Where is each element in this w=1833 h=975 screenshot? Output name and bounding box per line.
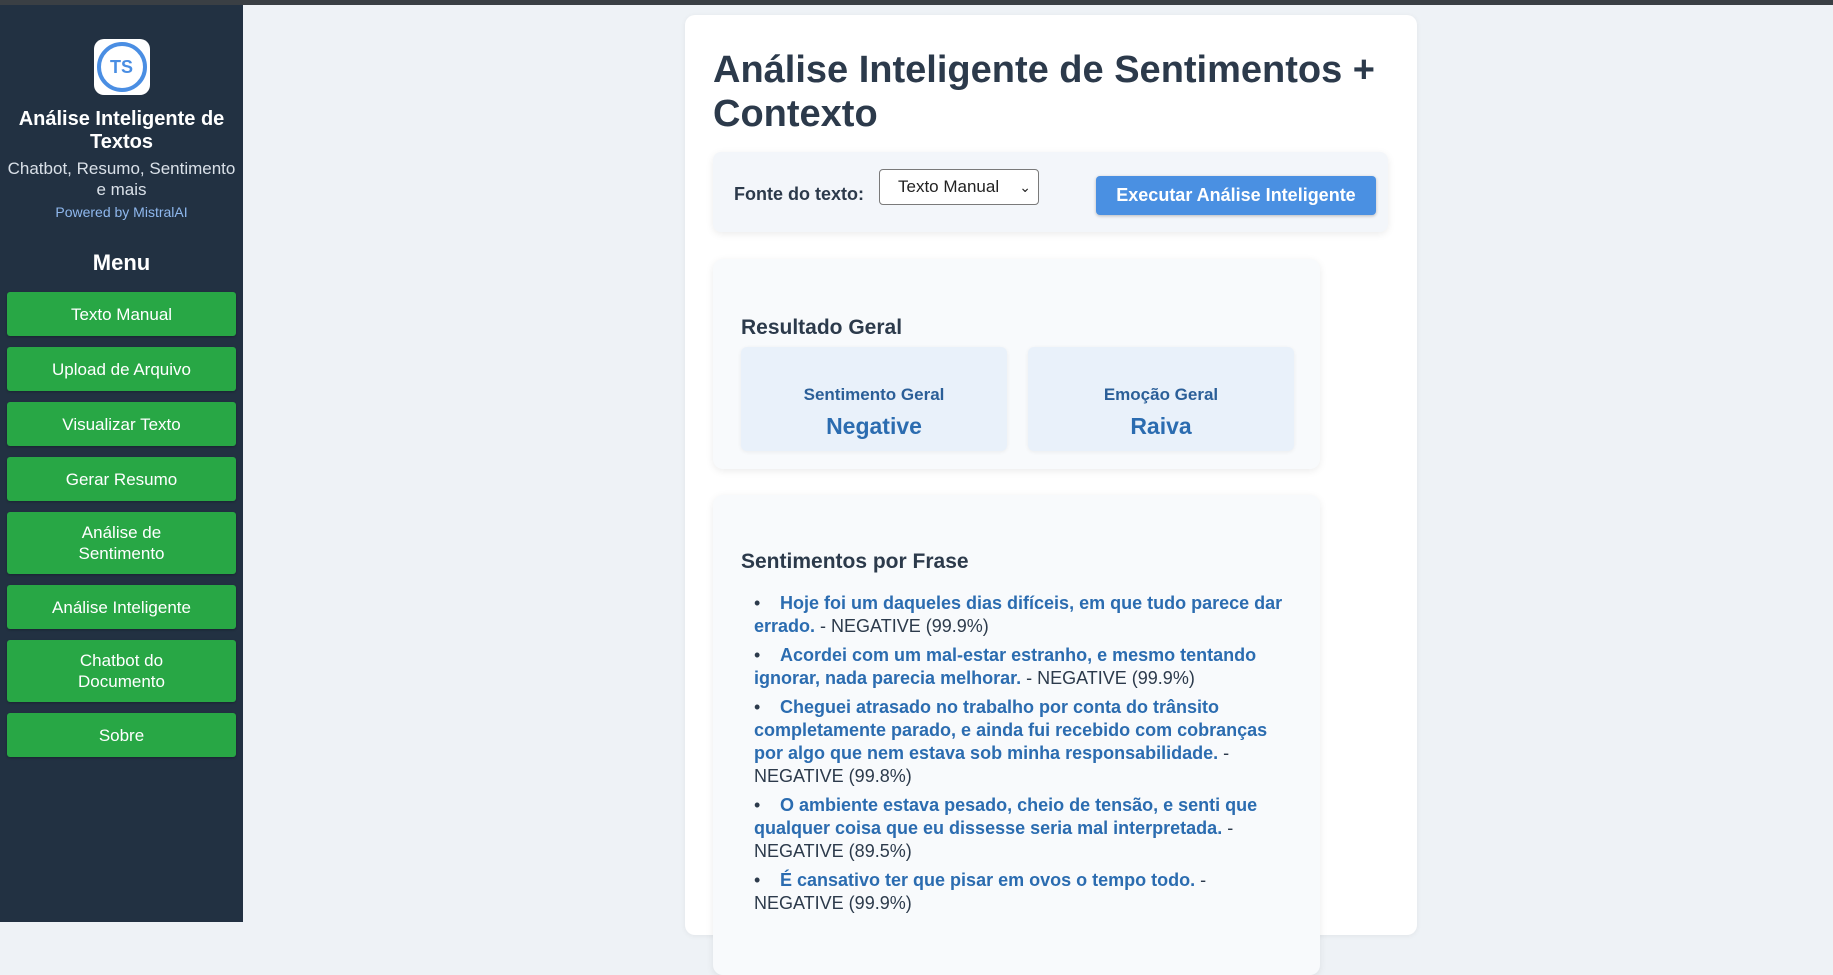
source-label: Fonte do texto: <box>734 184 864 204</box>
list-item: • Acordei com um mal-estar estranho, e me… <box>754 644 1294 690</box>
sentence-result: - NEGATIVE (99.9%) <box>1021 668 1195 688</box>
bullet-icon: • <box>754 593 761 613</box>
sidebar-item-analise-de-sentimento[interactable]: Análise de Sentimento <box>7 512 236 574</box>
page-title: Análise Inteligente de Sentimentos + Con… <box>713 49 1375 135</box>
source-select-value: Texto Manual <box>898 177 1000 196</box>
app-title: Análise Inteligente de Textos <box>18 108 225 153</box>
overall-sentiment-value: Negative <box>826 413 922 439</box>
list-item: • Cheguei atrasado no trabalho por conta … <box>754 696 1294 788</box>
overall-emotion-label: Emoção Geral <box>1103 385 1219 404</box>
sidebar-item-chatbot-do-documento[interactable]: Chatbot do Documento <box>7 640 236 702</box>
bullet-icon: • <box>754 645 761 665</box>
sidebar: TS Análise Inteligente de Textos Chatbot… <box>0 5 243 922</box>
overall-emotion-value: Raiva <box>1130 413 1192 439</box>
powered-by-text: Powered by MistralAI <box>55 204 188 220</box>
run-analysis-button[interactable]: Executar Análise Inteligente <box>1096 176 1376 215</box>
overall-emotion-box: Emoção Geral Raiva <box>1028 347 1294 451</box>
sentence-result: - NEGATIVE (99.9%) <box>815 616 989 636</box>
sentence-text: Cheguei atrasado no trabalho por conta d… <box>754 697 1268 763</box>
sidebar-item-sobre[interactable]: Sobre <box>7 713 236 757</box>
overall-result-card: Resultado Geral Sentimento Geral Negativ… <box>713 259 1320 469</box>
sidebar-item-gerar-resumo[interactable]: Gerar Resumo <box>7 457 236 501</box>
overall-sentiment-label: Sentimento Geral <box>803 385 945 404</box>
menu-title: Menu <box>92 250 151 275</box>
bullet-icon: • <box>754 870 761 890</box>
window-top-bar <box>0 0 1833 5</box>
sentence-list: • Hoje foi um daqueles dias difíceis, em … <box>754 592 1294 921</box>
overall-sentiment-box: Sentimento Geral Negative <box>741 347 1007 451</box>
overall-result-title: Resultado Geral <box>741 316 903 339</box>
sidebar-item-analise-inteligente[interactable]: Análise Inteligente <box>7 585 236 629</box>
control-panel: Fonte do texto: Texto Manual ⌄ Executar … <box>713 152 1388 232</box>
list-item: • O ambiente estava pesado, cheio de tens… <box>754 794 1294 863</box>
sentence-text: É cansativo ter que pisar em ovos o temp… <box>780 870 1196 890</box>
sentences-title: Sentimentos por Frase <box>741 550 969 573</box>
sentences-card: Sentimentos por Frase • Hoje foi um daque… <box>713 495 1320 975</box>
list-item: • Hoje foi um daqueles dias difíceis, em … <box>754 592 1294 638</box>
sidebar-item-texto-manual[interactable]: Texto Manual <box>7 292 236 336</box>
sidebar-menu: Texto Manual Upload de Arquivo Visualiza… <box>0 292 243 757</box>
sidebar-item-visualizar-texto[interactable]: Visualizar Texto <box>7 402 236 446</box>
list-item: • É cansativo ter que pisar em ovos o tem… <box>754 869 1294 915</box>
bullet-icon: • <box>754 697 761 717</box>
app-subtitle: Chatbot, Resumo, Sentimento e mais <box>7 159 236 199</box>
sentence-text: O ambiente estava pesado, cheio de tensã… <box>754 795 1258 838</box>
chevron-down-icon: ⌄ <box>1019 179 1031 195</box>
sidebar-item-upload-de-arquivo[interactable]: Upload de Arquivo <box>7 347 236 391</box>
bullet-icon: • <box>754 795 761 815</box>
logo-text: TS <box>109 56 133 77</box>
source-select[interactable]: Texto Manual ⌄ <box>879 169 1039 205</box>
logo-icon: TS <box>96 42 147 92</box>
main-content-card: Análise Inteligente de Sentimentos + Con… <box>685 15 1417 975</box>
app-logo: TS <box>93 39 150 95</box>
